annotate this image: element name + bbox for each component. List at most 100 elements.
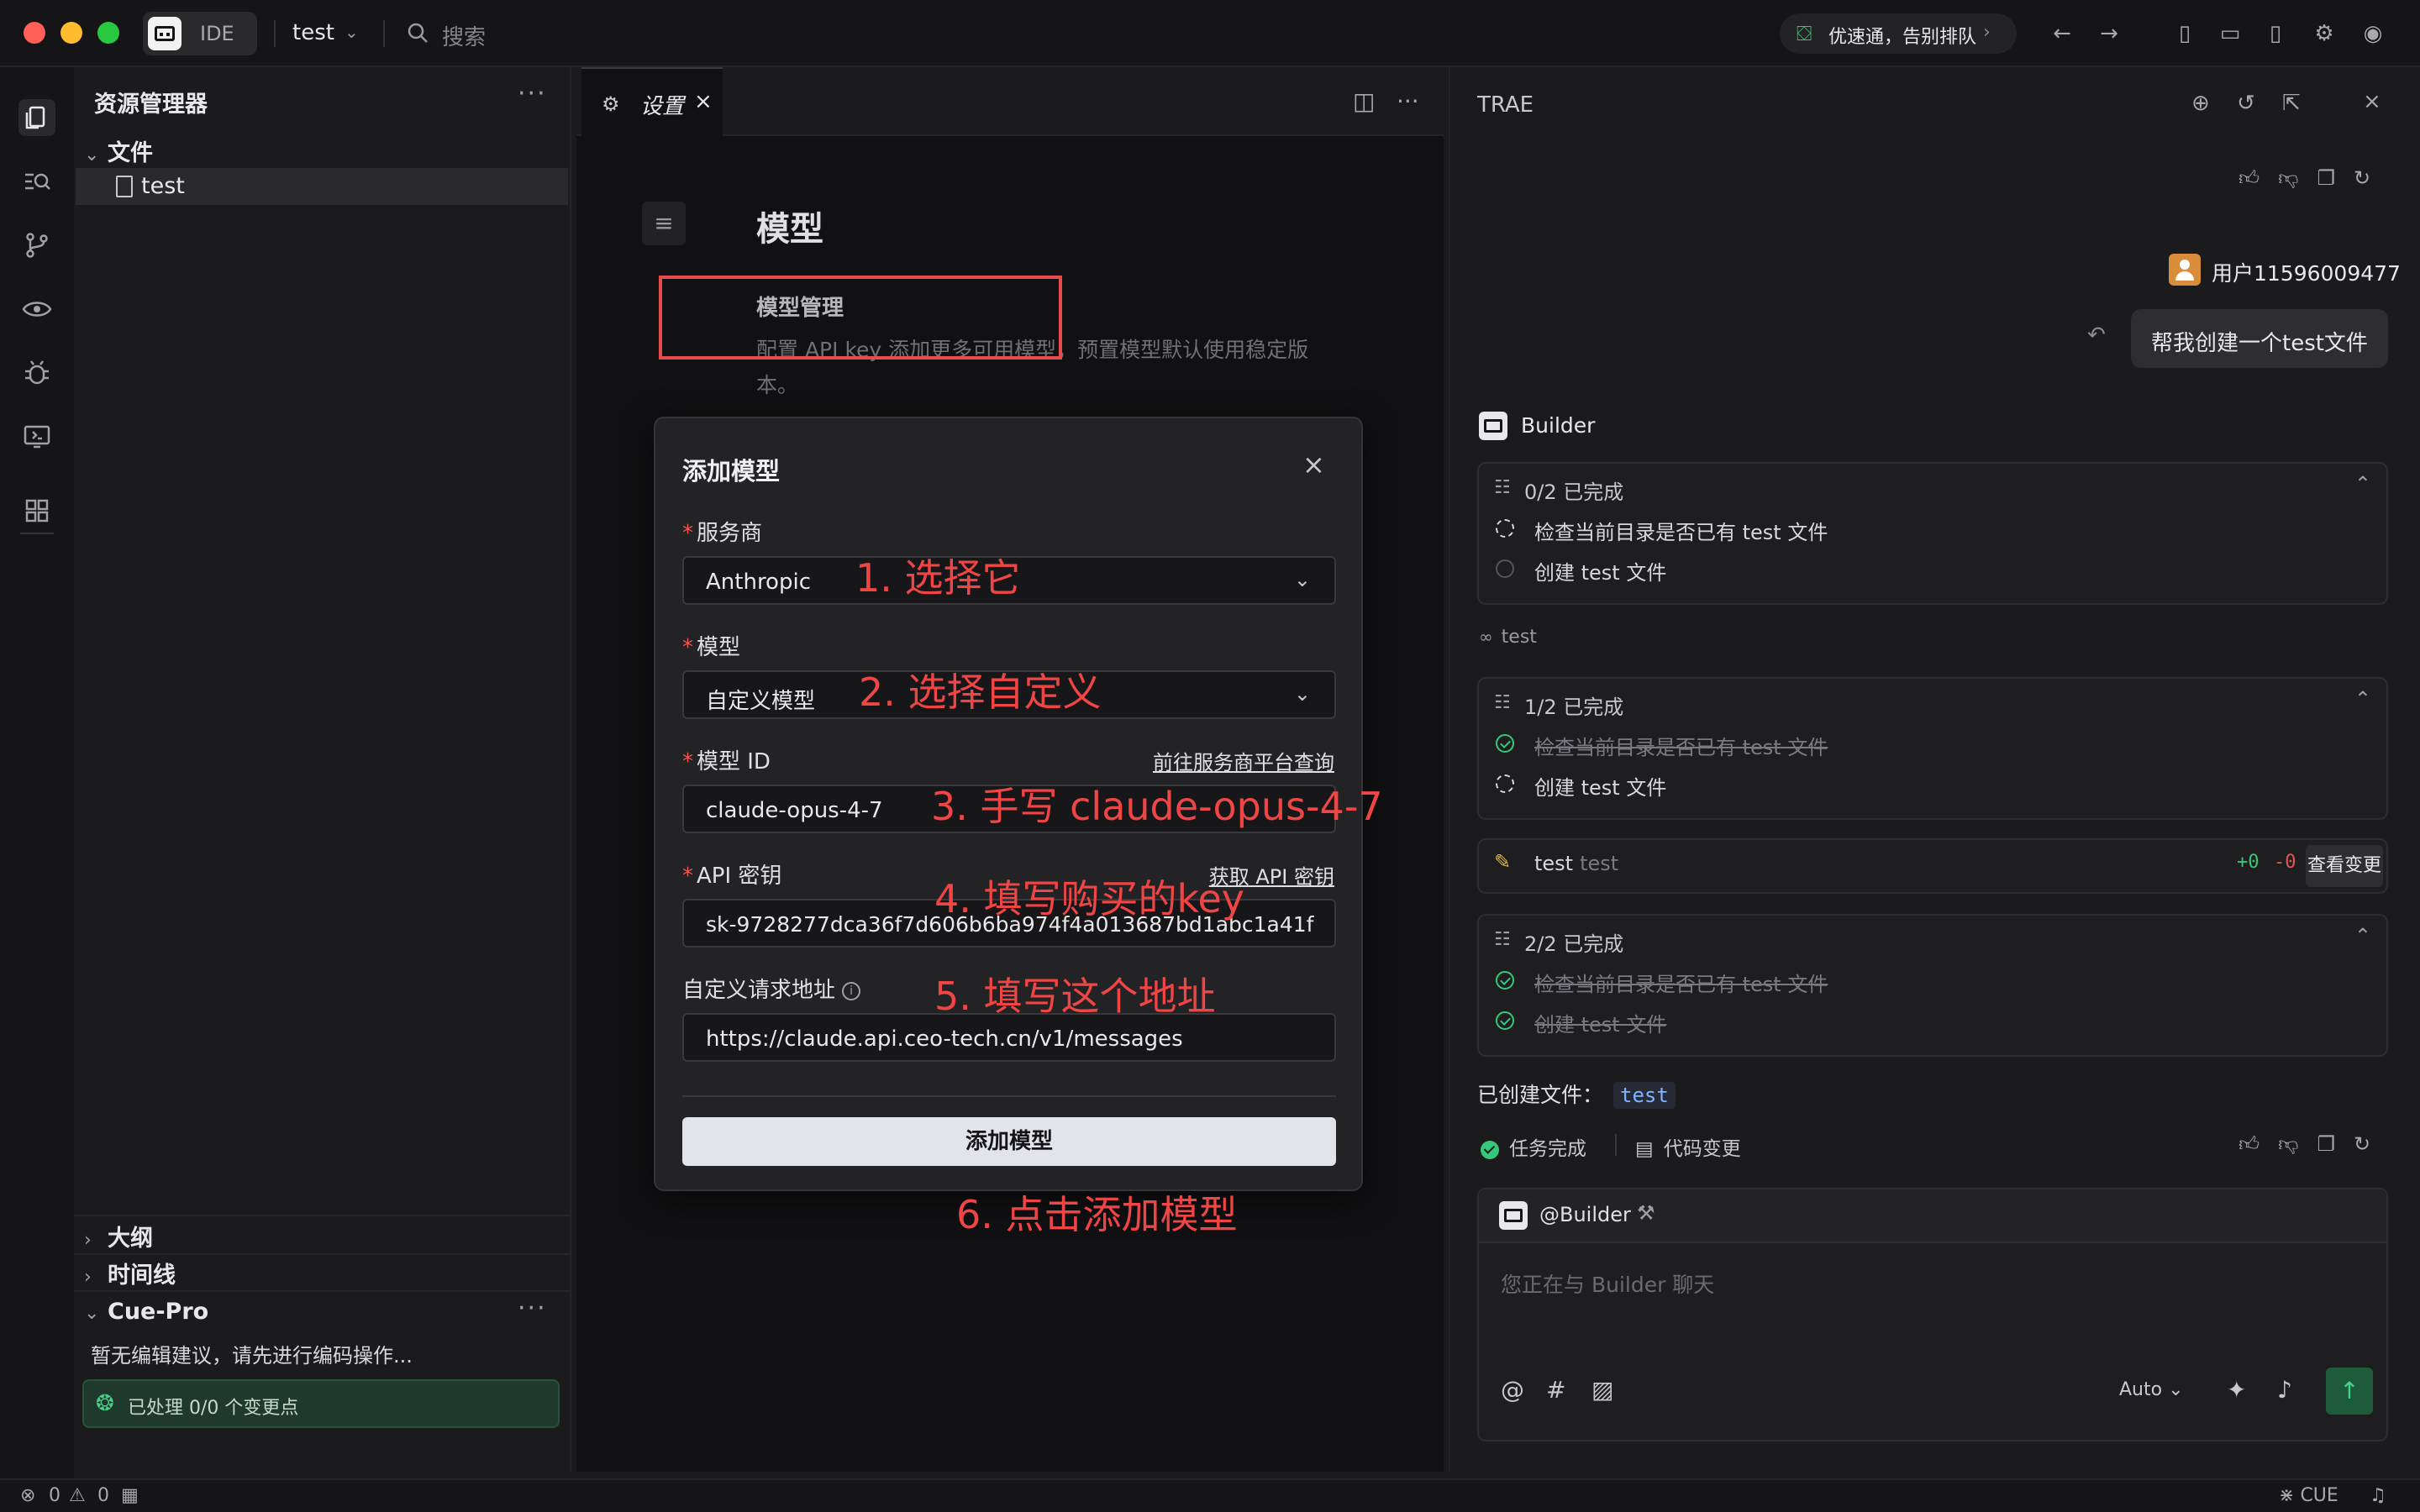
task-progress: 1/2 已完成 [1524, 696, 1624, 719]
more-options-icon[interactable]: ··· [518, 79, 547, 108]
avatar [2169, 254, 2201, 286]
output-icon[interactable]: ▦ [121, 1485, 139, 1506]
model-id-label: * 模型 ID [682, 749, 771, 774]
collapse-icon[interactable]: ⌃ [2354, 472, 2371, 496]
open-external-icon[interactable]: ⇱ [2282, 91, 2301, 116]
collapse-icon[interactable]: ⌃ [2354, 687, 2371, 711]
provider-label: * 服务商 [682, 521, 763, 546]
zoom-window-button[interactable] [97, 22, 119, 44]
task-progress: 0/2 已完成 [1524, 480, 1624, 504]
agent-mention[interactable]: @Builder [1539, 1203, 1631, 1226]
close-icon[interactable]: × [694, 89, 713, 114]
feedback-actions[interactable]: 👍︎👎︎❐↻ [2238, 166, 2389, 191]
custom-url-label-text: 自定义请求地址 [682, 978, 836, 1003]
back-arrow-icon[interactable]: ← [2047, 18, 2077, 49]
project-selector[interactable]: test [292, 20, 334, 45]
chat-input[interactable]: 您正在与 Builder 聊天 [1501, 1268, 1714, 1299]
title-bar: IDE test ⌄ 搜索 ⛋ 优速通，告别排队 › ← → ▯ ▭ ▯ ⚙ ◉ [0, 0, 2420, 67]
app-switcher[interactable]: IDE [143, 12, 257, 55]
tab-settings[interactable]: ⚙ 设置 × [581, 67, 723, 136]
warning-count[interactable]: 0 [97, 1485, 109, 1506]
toggle-right-panel-icon[interactable]: ▯ [2260, 18, 2291, 49]
loading-icon [1496, 774, 1514, 793]
divider [1615, 1134, 1617, 1156]
debug-bug-icon[interactable] [18, 354, 55, 391]
toggle-bottom-panel-icon[interactable]: ▭ [2215, 18, 2245, 49]
cue-status[interactable]: ⋇ CUE [2279, 1485, 2338, 1506]
promo-banner[interactable]: ⛋ 优速通，告别排队 › [1780, 13, 2017, 54]
image-icon[interactable]: ▨ [1591, 1376, 1613, 1404]
add-model-button[interactable]: 添加模型 [682, 1117, 1336, 1166]
view-changes-button[interactable]: 查看变更 [2306, 845, 2383, 887]
extensions-grid-icon[interactable] [18, 492, 55, 529]
send-button[interactable]: ↑ [2326, 1368, 2373, 1415]
builder-logo-icon [1499, 1201, 1528, 1230]
annotation-step-4: 4. 填写购买的key [934, 876, 1245, 921]
more-options-icon[interactable]: ··· [1397, 87, 1419, 115]
source-control-icon[interactable] [18, 227, 55, 264]
more-options-icon[interactable]: ··· [518, 1294, 547, 1323]
warning-icon[interactable]: ⚠ [69, 1485, 86, 1506]
chevron-down-icon: ⌄ [84, 1303, 100, 1324]
task-done-badge: 任务完成 [1481, 1132, 1586, 1161]
annotation-step-1: 1. 选择它 [855, 555, 1021, 601]
search-icon[interactable] [405, 20, 430, 45]
cue-title: Cue-Pro [108, 1299, 209, 1325]
file-item[interactable]: test [76, 168, 568, 205]
mention-icon[interactable]: @ [1501, 1376, 1524, 1404]
error-count[interactable]: 0 [49, 1485, 60, 1506]
explorer-panel: 资源管理器 ··· ⌄ 文件 test › 大纲 › 时间线 ⌄ Cue-Pro ···… [74, 67, 571, 1472]
files-section-label: 文件 [108, 140, 153, 166]
user-message-bubble: 帮我创建一个test文件 [2131, 309, 2388, 368]
gear-icon[interactable]: ⚙ [2309, 18, 2339, 49]
settings-menu-button[interactable]: ≡ [642, 202, 686, 245]
code-changes-button[interactable]: ▤ 代码变更 [1635, 1132, 1741, 1161]
close-window-button[interactable] [24, 22, 45, 44]
undo-icon[interactable]: ↶ [2087, 323, 2106, 348]
lines-added: +0 [2237, 852, 2260, 873]
remote-monitor-icon[interactable] [18, 418, 55, 455]
api-key-label: * API 密钥 [682, 864, 782, 889]
dialog-title: 添加模型 [682, 457, 781, 486]
close-icon[interactable]: × [1302, 449, 1325, 480]
diff-file-name: test [1534, 852, 1574, 875]
created-file-link[interactable]: test [1613, 1082, 1676, 1109]
split-editor-icon[interactable]: ◫ [1353, 87, 1375, 115]
forward-arrow-icon[interactable]: → [2094, 18, 2124, 49]
explorer-files-icon[interactable] [18, 99, 55, 136]
cue-section-header[interactable]: ⌄ Cue-Pro [84, 1299, 208, 1325]
search-panel-icon[interactable] [18, 163, 55, 200]
provider-platform-link[interactable]: 前往服务商平台查询 [1153, 746, 1334, 775]
chat-input-box: @Builder ⚒ 您正在与 Builder 聊天 @ # ▨ Auto ⌄ … [1477, 1188, 2388, 1441]
error-icon[interactable]: ⊗ [20, 1485, 35, 1506]
account-icon[interactable]: ◉ [2358, 18, 2388, 49]
glasses-icon: ∞ [1479, 627, 1493, 647]
cue-status-text: CUE [2300, 1485, 2338, 1506]
annotation-step-3: 3. 手写 claude-opus-4-7 [931, 784, 1383, 829]
divider [274, 20, 276, 47]
info-icon[interactable]: i [842, 981, 861, 1000]
sparkle-icon[interactable]: ✦ [2227, 1376, 2246, 1404]
minimize-window-button[interactable] [60, 22, 82, 44]
new-chat-icon[interactable]: ⊕ [2191, 91, 2210, 116]
mode-selector[interactable]: Auto ⌄ [2119, 1379, 2184, 1400]
timeline-section-header[interactable]: › 时间线 [84, 1257, 176, 1289]
chevron-right-icon: › [84, 1267, 92, 1288]
collapse-icon[interactable]: ⌃ [2354, 924, 2371, 948]
microphone-icon[interactable]: ♪ [2277, 1376, 2292, 1404]
tools-icon[interactable]: ⚒ [1637, 1201, 1655, 1225]
task-card-2: ☷ 1/2 已完成 ⌃ 检查当前目录是否已有 test 文件 创建 test 文… [1477, 677, 2388, 820]
hashtag-icon[interactable]: # [1546, 1376, 1565, 1404]
chevron-down-icon[interactable]: ⌄ [345, 22, 359, 42]
notification-bell-icon[interactable]: ♫ [2370, 1485, 2386, 1506]
check-icon [1496, 1011, 1514, 1030]
files-section-header[interactable]: ⌄ 文件 [84, 134, 153, 167]
preview-eye-icon[interactable] [18, 291, 55, 328]
close-icon[interactable]: × [2363, 89, 2381, 114]
outline-section-header[interactable]: › 大纲 [84, 1220, 153, 1252]
feedback-actions[interactable]: 👍︎👎︎❐↻ [2238, 1132, 2389, 1157]
chat-panel: TRAE ⊕ ↺ ⇱ × 👍︎👎︎❐↻ 用户11596009477 ↶ 帮我创建… [1449, 67, 2420, 1472]
toggle-left-panel-icon[interactable]: ▯ [2170, 18, 2200, 49]
search-input[interactable]: 搜索 [442, 20, 486, 51]
history-icon[interactable]: ↺ [2237, 91, 2255, 116]
